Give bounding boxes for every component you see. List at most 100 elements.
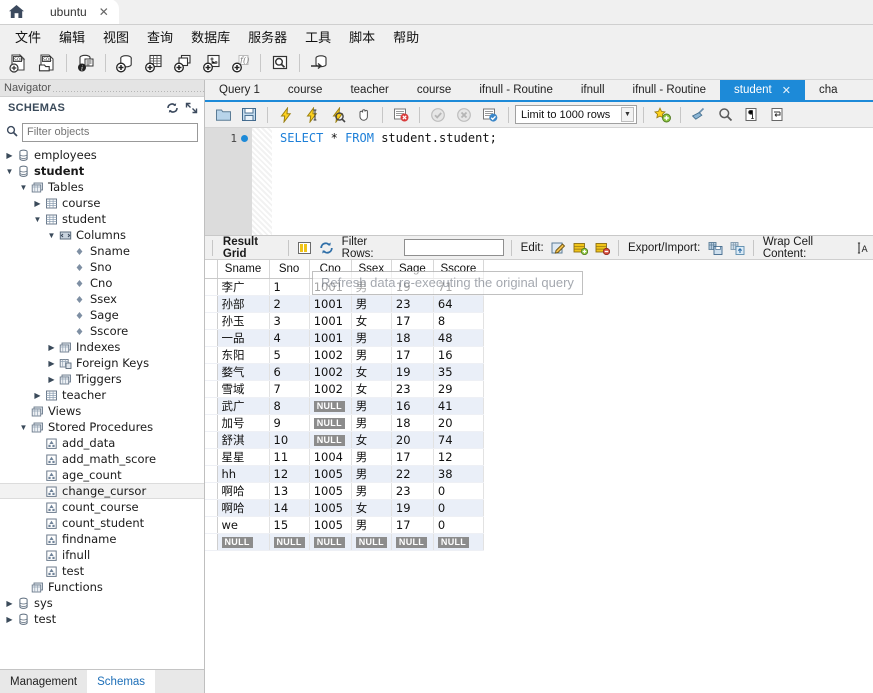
refresh-button[interactable] <box>166 102 179 114</box>
cell-sage[interactable]: 16 <box>391 397 434 415</box>
row-selector-cell[interactable] <box>205 397 218 415</box>
cell-sno[interactable]: 2 <box>269 295 310 313</box>
tree-item-triggers[interactable]: ▶ Triggers <box>0 371 204 387</box>
chevron-right-icon[interactable]: ▶ <box>46 359 57 368</box>
home-button[interactable] <box>0 0 32 24</box>
tree-item-sys[interactable]: ▶ sys <box>0 595 204 611</box>
cell-sname[interactable]: 舒淇 <box>217 431 270 449</box>
inspector-button[interactable]: i <box>72 49 100 77</box>
row-selector-cell[interactable] <box>205 346 218 364</box>
tree-item-sscore[interactable]: Sscore <box>0 323 204 339</box>
row-selector-cell[interactable] <box>205 465 218 483</box>
editor-tab-course[interactable]: course <box>403 80 466 100</box>
column-header-sscore[interactable]: Sscore <box>433 260 484 279</box>
tree-item-sno[interactable]: Sno <box>0 259 204 275</box>
cell-sscore[interactable]: 48 <box>433 329 484 347</box>
tree-item-test[interactable]: ▶ test <box>0 611 204 627</box>
cell-sscore[interactable]: 38 <box>433 465 484 483</box>
cell-sage[interactable]: 19 <box>391 499 434 517</box>
stop-script-button[interactable] <box>352 104 376 126</box>
chevron-down-icon[interactable]: ▼ <box>32 215 43 224</box>
row-limit-select[interactable]: Limit to 1000 rows ▼ <box>515 105 637 124</box>
open-script-button[interactable] <box>211 104 235 126</box>
chevron-down-icon[interactable]: ▼ <box>621 107 634 122</box>
row-selector-cell[interactable] <box>205 516 218 534</box>
tree-item-stored-procedures[interactable]: ▼ Stored Procedures <box>0 419 204 435</box>
filter-objects-input[interactable] <box>22 122 198 142</box>
result-grid[interactable]: Sname Sno Cno Ssex Sage Sscore 李广 1 1001 男 19 71 孙部 2… <box>205 260 873 693</box>
cell-sno[interactable]: 12 <box>269 465 310 483</box>
create-view-button[interactable] <box>169 49 197 77</box>
cell-cno[interactable]: 1001 <box>309 278 352 296</box>
cell-sno[interactable]: 5 <box>269 346 310 364</box>
cell-sno[interactable]: 15 <box>269 516 310 534</box>
execute-statement-button[interactable] <box>274 104 298 126</box>
schema-tree[interactable]: ▶ employees ▼ student ▼ Tables ▶ course ▼ student… <box>0 145 204 669</box>
chevron-down-icon[interactable]: ▼ <box>18 183 29 192</box>
cell-sscore[interactable]: 12 <box>433 448 484 466</box>
tree-item-count-student[interactable]: count_student <box>0 515 204 531</box>
table-row[interactable]: 啊哈 13 1005 男 23 0 <box>205 482 484 500</box>
editor-tab-ifnull[interactable]: ifnull <box>567 80 619 100</box>
cell-ssex[interactable]: 男 <box>351 414 392 432</box>
cell-sage[interactable]: 23 <box>391 380 434 398</box>
editor-tab-query-1[interactable]: Query 1 <box>205 80 274 100</box>
column-header-sno[interactable]: Sno <box>269 260 310 279</box>
cell-sscore[interactable]: 41 <box>433 397 484 415</box>
tab-management[interactable]: Management <box>0 670 87 693</box>
cell-sno[interactable]: 3 <box>269 312 310 330</box>
chevron-down-icon[interactable]: ▼ <box>46 231 57 240</box>
editor-tab-teacher[interactable]: teacher <box>336 80 402 100</box>
cell-sage[interactable]: NULL <box>391 533 434 551</box>
cell-ssex[interactable]: 男 <box>351 295 392 313</box>
tree-item-age-count[interactable]: age_count <box>0 467 204 483</box>
tree-item-functions[interactable]: Functions <box>0 579 204 595</box>
editor-tab-course[interactable]: course <box>274 80 337 100</box>
table-row[interactable]: 啊哈 14 1005 女 19 0 <box>205 499 484 517</box>
cell-sno[interactable]: 8 <box>269 397 310 415</box>
menu-item-query[interactable]: 查询 <box>138 25 182 48</box>
tree-item-course[interactable]: ▶ course <box>0 195 204 211</box>
cell-ssex[interactable]: 男 <box>351 278 392 296</box>
row-selector-cell[interactable] <box>205 431 218 449</box>
cell-sno[interactable]: 7 <box>269 380 310 398</box>
cell-sname[interactable]: 孙部 <box>217 295 270 313</box>
tree-item-ifnull[interactable]: ifnull <box>0 547 204 563</box>
table-row[interactable]: NULL NULL NULL NULL NULL NULL <box>205 533 484 551</box>
cell-cno[interactable]: NULL <box>309 431 352 449</box>
cell-sscore[interactable]: 64 <box>433 295 484 313</box>
cell-sno[interactable]: 6 <box>269 363 310 381</box>
menu-item-view[interactable]: 视图 <box>94 25 138 48</box>
cell-cno[interactable]: NULL <box>309 533 352 551</box>
cell-cno[interactable]: 1001 <box>309 312 352 330</box>
tree-item-add-data[interactable]: add_data <box>0 435 204 451</box>
editor-tab-ifnull-routine[interactable]: ifnull - Routine <box>619 80 721 100</box>
cell-ssex[interactable]: 男 <box>351 346 392 364</box>
row-selector-cell[interactable] <box>205 278 218 296</box>
cell-sage[interactable]: 19 <box>391 278 434 296</box>
cell-sno[interactable]: 13 <box>269 482 310 500</box>
cell-ssex[interactable]: NULL <box>351 533 392 551</box>
explain-plan-button[interactable] <box>326 104 350 126</box>
row-selector-cell[interactable] <box>205 448 218 466</box>
editor-tab-strip[interactable]: Query 1 course teacher course ifnull - Routi… <box>205 80 873 102</box>
cell-sage[interactable]: 17 <box>391 516 434 534</box>
cell-sname[interactable]: 雪域 <box>217 380 270 398</box>
cell-sscore[interactable]: 35 <box>433 363 484 381</box>
close-icon[interactable]: ✕ <box>99 5 109 19</box>
tab-schemas[interactable]: Schemas <box>87 670 156 693</box>
cell-cno[interactable]: 1004 <box>309 448 352 466</box>
cell-sname[interactable]: 东阳 <box>217 346 270 364</box>
chevron-right-icon[interactable]: ▶ <box>32 391 43 400</box>
cell-sage[interactable]: 22 <box>391 465 434 483</box>
cell-cno[interactable]: 1001 <box>309 295 352 313</box>
tree-item-columns[interactable]: ▼ Columns <box>0 227 204 243</box>
cell-ssex[interactable]: 男 <box>351 397 392 415</box>
cell-sscore[interactable]: 71 <box>433 278 484 296</box>
create-schema-button[interactable] <box>111 49 139 77</box>
export-recordset-button[interactable] <box>706 238 724 258</box>
filter-rows-input[interactable] <box>403 239 504 256</box>
cell-sname[interactable]: NULL <box>217 533 270 551</box>
column-header-cno[interactable]: Cno <box>309 260 352 279</box>
menu-item-help[interactable]: 帮助 <box>384 25 428 48</box>
